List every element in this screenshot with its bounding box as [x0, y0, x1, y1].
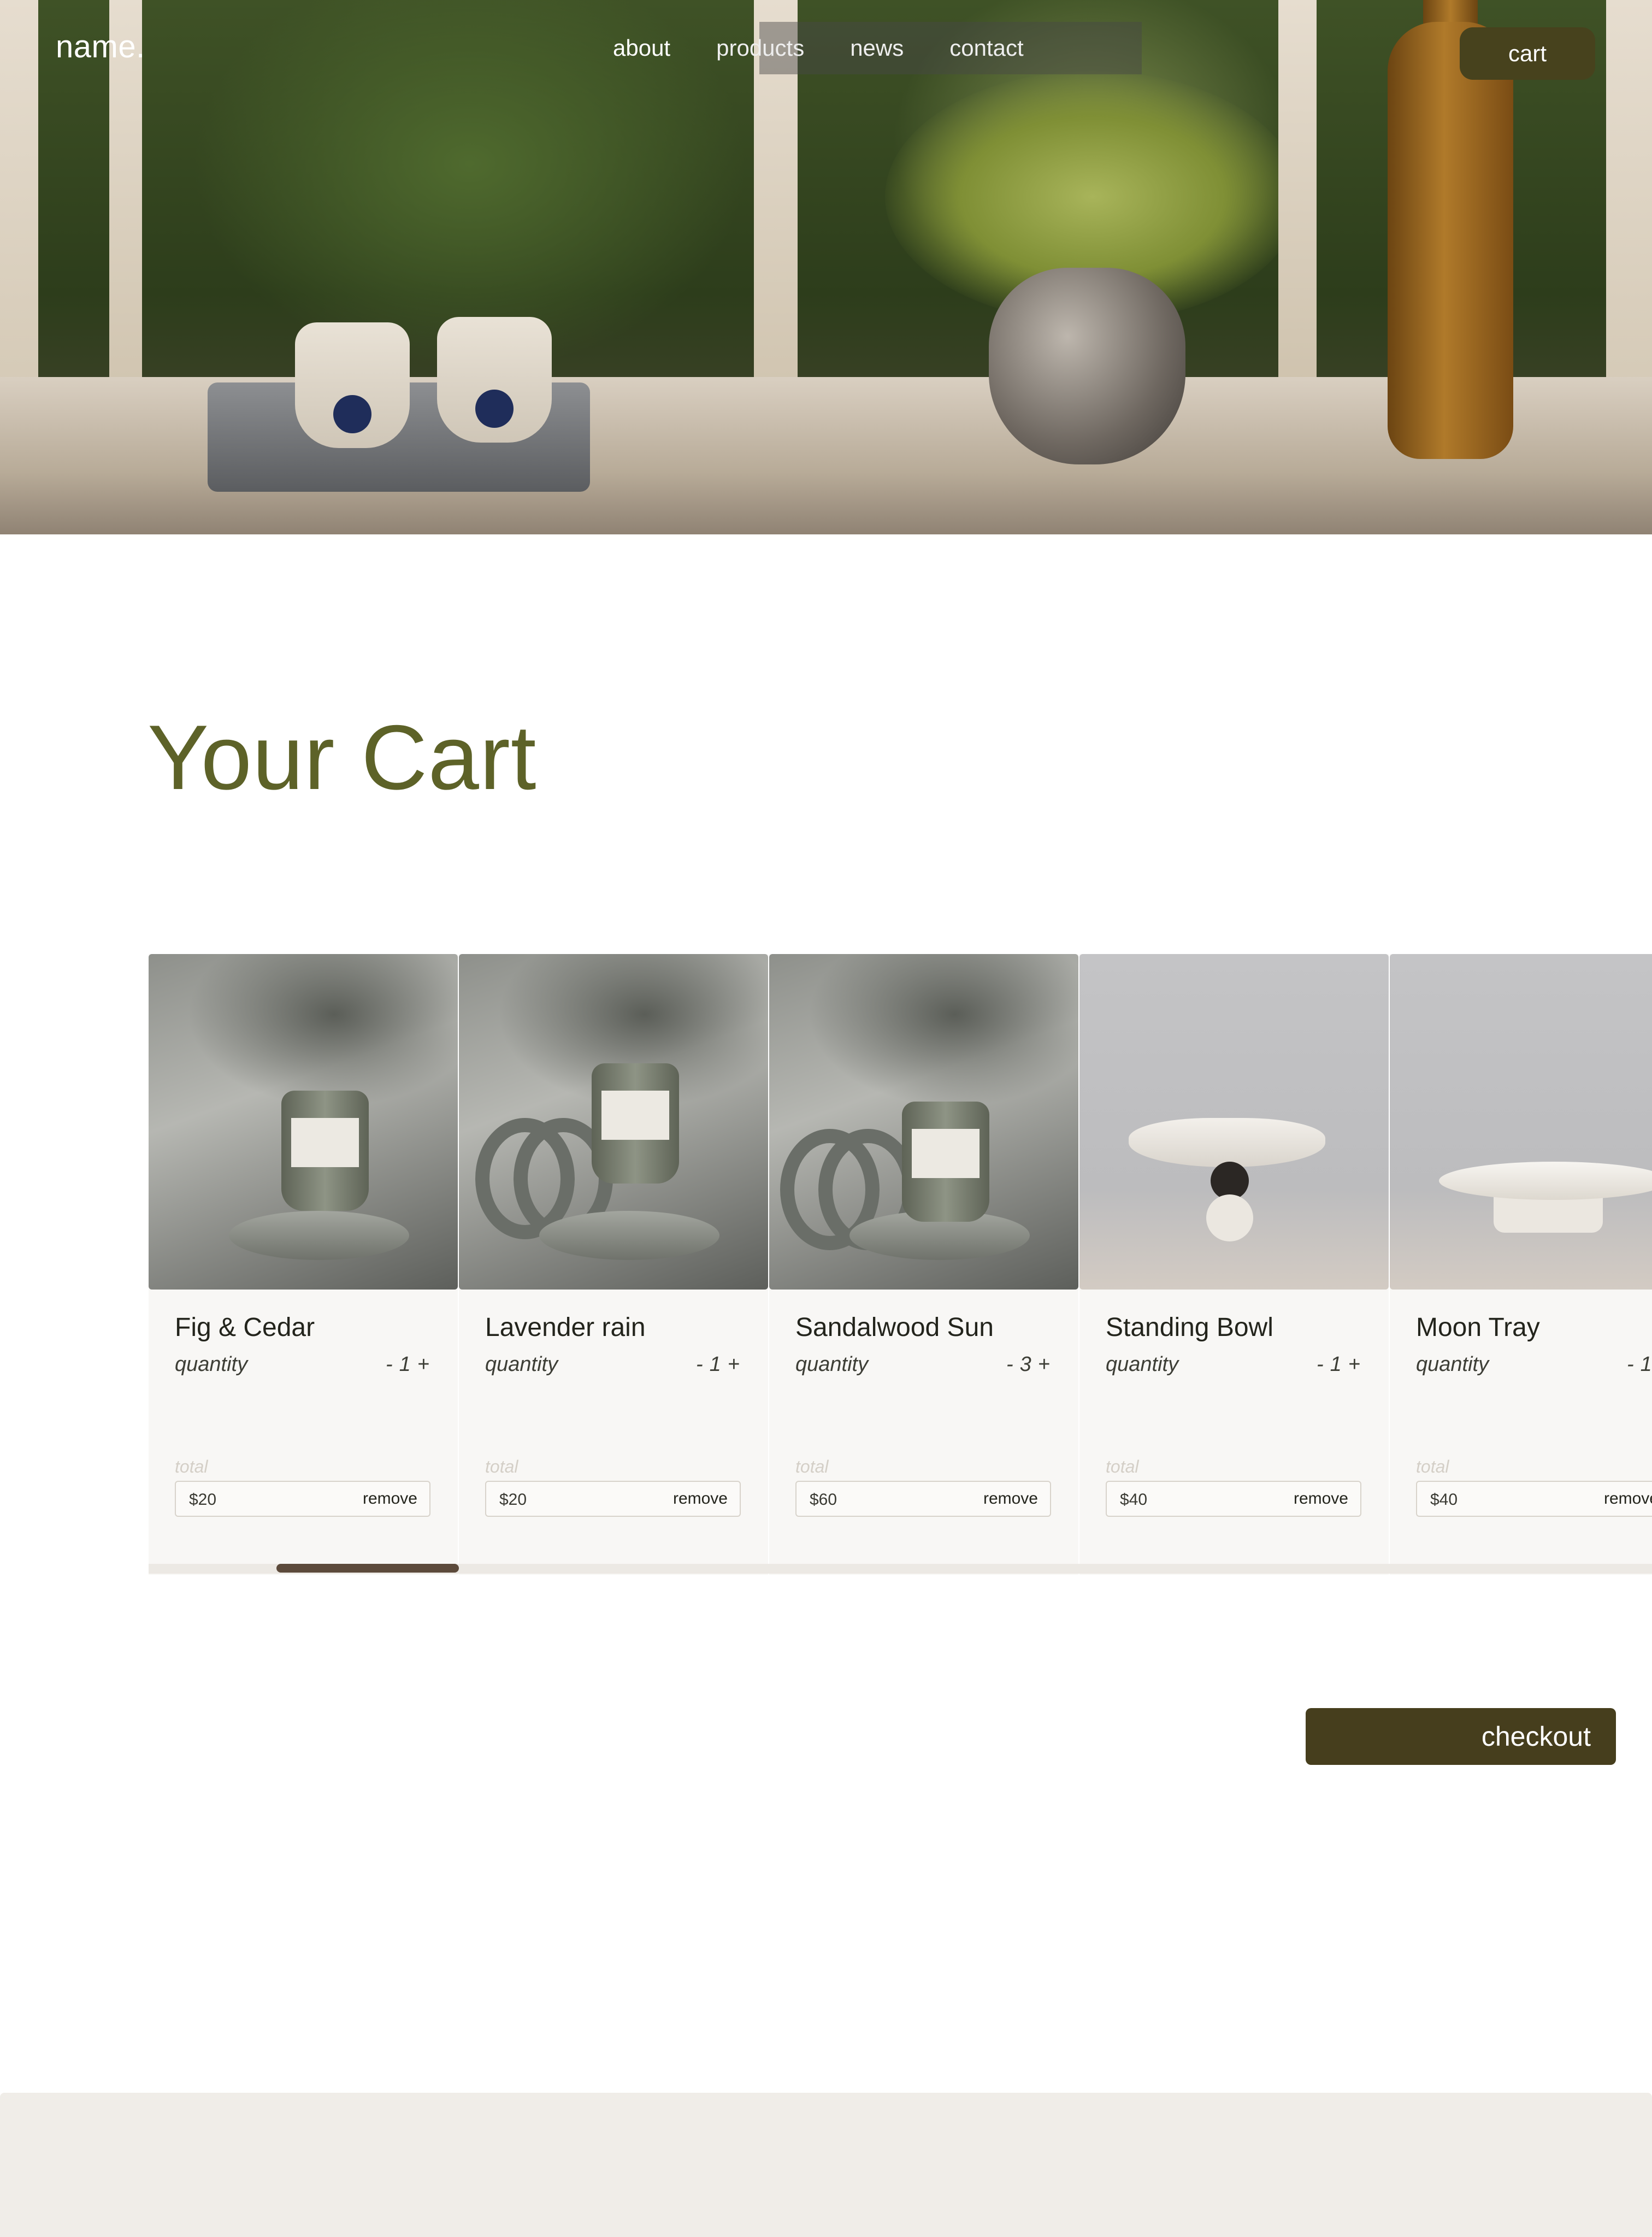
product-image-fig-cedar [149, 954, 458, 1290]
quantity-value: 1 [1330, 1353, 1342, 1376]
amber-bottle [1388, 22, 1513, 459]
total-label: total [795, 1457, 829, 1476]
checkout-button[interactable]: checkout [1306, 1708, 1616, 1765]
remove-button[interactable]: remove [673, 1490, 728, 1508]
total-field: $40 remove [1106, 1481, 1361, 1517]
decrement-button[interactable]: - [696, 1353, 703, 1376]
decrement-button[interactable]: - [1006, 1353, 1013, 1376]
total-field: $20 remove [175, 1481, 430, 1517]
cart-item: Fig & Cedar quantity - 1 + total $20 rem… [149, 954, 458, 1575]
decrement-button[interactable]: - [1627, 1353, 1634, 1376]
quantity-value: 1 [709, 1353, 721, 1376]
hero-image [0, 0, 1652, 534]
cart-item: Lavender rain quantity - 1 + total $20 r… [459, 954, 768, 1575]
total-label: total [485, 1457, 518, 1476]
total-field: $40 remove [1416, 1481, 1652, 1517]
item-name: Moon Tray [1416, 1313, 1540, 1342]
cart-items-scroller[interactable]: Fig & Cedar quantity - 1 + total $20 rem… [149, 954, 1652, 1575]
item-name: Fig & Cedar [175, 1313, 315, 1342]
quantity-stepper: - 1 + [1317, 1353, 1360, 1376]
quantity-value: 3 [1019, 1353, 1031, 1376]
cart-item: Standing Bowl quantity - 1 + total $40 r… [1079, 954, 1389, 1575]
cart-item: Moon Tray quantity - 1 + total $40 remov… [1390, 954, 1652, 1575]
main-nav: about products news contact [590, 22, 1047, 74]
total-value: $40 [1430, 1491, 1458, 1509]
remove-button[interactable]: remove [983, 1490, 1038, 1508]
total-value: $60 [810, 1491, 837, 1509]
increment-button[interactable]: + [1348, 1353, 1360, 1376]
total-label: total [1106, 1457, 1139, 1476]
remove-button[interactable]: remove [1604, 1490, 1652, 1508]
nav-about[interactable]: about [590, 35, 693, 61]
decrement-button[interactable]: - [1317, 1353, 1324, 1376]
increment-button[interactable]: + [417, 1353, 429, 1376]
nav-products[interactable]: products [693, 35, 827, 61]
quantity-label: quantity [795, 1353, 869, 1376]
total-label: total [1416, 1457, 1449, 1476]
total-label: total [175, 1457, 208, 1476]
quantity-stepper: - 1 + [386, 1353, 429, 1376]
nav-news[interactable]: news [827, 35, 927, 61]
total-value: $20 [189, 1491, 217, 1509]
page-title: Your Cart [148, 706, 537, 809]
cart-button[interactable]: cart [1460, 27, 1595, 80]
quantity-label: quantity [1416, 1353, 1489, 1376]
cup-right [437, 317, 552, 443]
product-image-moon-tray [1390, 954, 1652, 1290]
quantity-stepper: - 3 + [1006, 1353, 1050, 1376]
plant-pot [989, 268, 1185, 464]
total-field: $60 remove [795, 1481, 1051, 1517]
total-value: $20 [499, 1491, 527, 1509]
cart-items-track: Fig & Cedar quantity - 1 + total $20 rem… [149, 954, 1652, 1575]
item-name: Standing Bowl [1106, 1313, 1273, 1342]
item-name: Sandalwood Sun [795, 1313, 994, 1342]
total-field: $20 remove [485, 1481, 741, 1517]
quantity-label: quantity [485, 1353, 558, 1376]
increment-button[interactable]: + [1038, 1353, 1050, 1376]
quantity-stepper: - 1 + [1627, 1353, 1652, 1376]
brand-logo[interactable]: name. [56, 28, 145, 65]
nav-contact[interactable]: contact [927, 35, 1046, 61]
window-sash-right [1278, 0, 1317, 382]
quantity-value: 1 [399, 1353, 411, 1376]
quantity-value: 1 [1640, 1353, 1652, 1376]
footer [0, 2093, 1652, 2237]
horizontal-scrollbar-thumb[interactable] [276, 1564, 459, 1573]
quantity-label: quantity [1106, 1353, 1179, 1376]
item-name: Lavender rain [485, 1313, 646, 1342]
remove-button[interactable]: remove [1294, 1490, 1348, 1508]
quantity-label: quantity [175, 1353, 248, 1376]
cup-left [295, 322, 410, 448]
cart-item: Sandalwood Sun quantity - 3 + total $60 … [769, 954, 1078, 1575]
increment-button[interactable]: + [728, 1353, 740, 1376]
remove-button[interactable]: remove [363, 1490, 417, 1508]
decrement-button[interactable]: - [386, 1353, 393, 1376]
total-value: $40 [1120, 1491, 1148, 1509]
quantity-stepper: - 1 + [696, 1353, 740, 1376]
product-image-sandalwood-sun [769, 954, 1078, 1290]
product-image-standing-bowl [1079, 954, 1389, 1290]
product-image-lavender-rain [459, 954, 768, 1290]
